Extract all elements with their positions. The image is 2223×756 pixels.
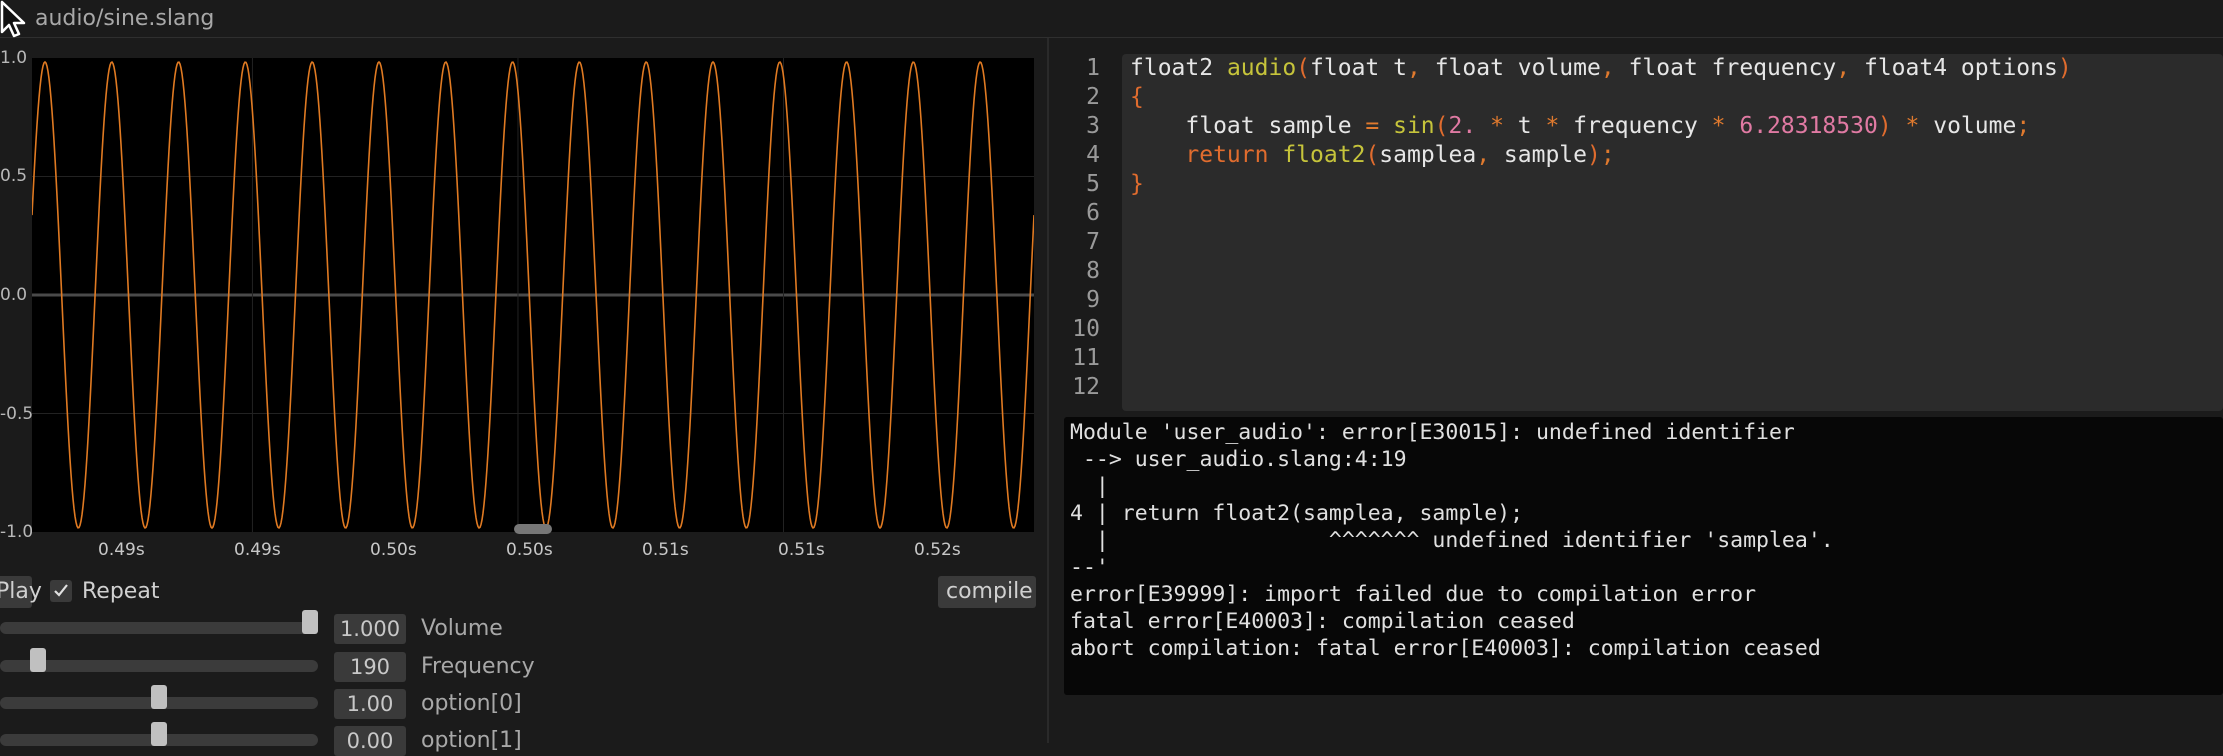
option1-slider-thumb[interactable] — [151, 722, 167, 746]
line-number: 10 — [1072, 316, 1100, 342]
x-tick-label: 0.52s — [914, 540, 961, 560]
y-tick-label: -1.0 — [0, 522, 34, 542]
frequency-value-field[interactable]: 190 — [334, 652, 406, 682]
x-tick-label: 0.49s — [234, 540, 281, 560]
x-tick-label: 0.51s — [642, 540, 689, 560]
console-line: 4 | return float2(samplea, sample); — [1070, 501, 1524, 526]
line-number: 2 — [1086, 84, 1100, 110]
console-line: Module 'user_audio': error[E30015]: unde… — [1070, 420, 1795, 445]
y-tick-label: -0.5 — [0, 404, 34, 424]
line-number: 6 — [1086, 200, 1100, 226]
line-number: 3 — [1086, 113, 1100, 139]
compiler-output-console[interactable]: Module 'user_audio': error[E30015]: unde… — [1064, 417, 2223, 695]
code-line: float sample = sin(2. * t * frequency * … — [1130, 113, 2031, 139]
option1-label: option[1] — [421, 728, 522, 753]
console-line: | — [1070, 474, 1109, 499]
checkmark-icon — [54, 584, 68, 597]
line-number: 5 — [1086, 171, 1100, 197]
repeat-label: Repeat — [82, 579, 160, 604]
title-bar — [0, 0, 2223, 38]
code-line: { — [1130, 84, 1144, 110]
volume-label: Volume — [421, 616, 503, 641]
volume-slider-thumb[interactable] — [302, 610, 318, 634]
frequency-slider-thumb[interactable] — [30, 648, 47, 672]
volume-value-field[interactable]: 1.000 — [334, 614, 406, 644]
y-tick-label: 0.0 — [0, 285, 28, 305]
x-tick-label: 0.49s — [98, 540, 145, 560]
line-number: 11 — [1072, 345, 1100, 371]
compile-button[interactable]: compile — [938, 576, 1036, 608]
y-tick-label: 0.5 — [0, 166, 28, 186]
option1-value-field[interactable]: 0.00 — [334, 726, 406, 756]
line-number: 8 — [1086, 258, 1100, 284]
frequency-slider[interactable] — [0, 660, 318, 672]
volume-slider[interactable] — [0, 622, 318, 634]
code-line: return float2(samplea, sample); — [1185, 142, 1615, 168]
line-number-gutter: 1 2 3 4 5 6 7 8 9 10 11 12 — [1050, 54, 1120, 411]
x-tick-label: 0.50s — [506, 540, 553, 560]
waveform-plot[interactable] — [32, 58, 1034, 532]
repeat-checkbox[interactable] — [50, 580, 72, 602]
console-line: abort compilation: fatal error[E40003]: … — [1070, 636, 1821, 661]
console-line: error[E39999]: import failed due to comp… — [1070, 582, 1757, 607]
code-editor[interactable]: float2 audio(float t, float volume, floa… — [1122, 54, 2223, 411]
option0-value-field[interactable]: 1.00 — [334, 689, 406, 719]
x-tick-label: 0.50s — [370, 540, 417, 560]
option0-slider-thumb[interactable] — [151, 685, 167, 709]
line-number: 12 — [1072, 374, 1100, 400]
plot-grid — [32, 58, 1034, 532]
panel-divider[interactable] — [1047, 38, 1049, 743]
y-tick-label: 1.0 — [0, 48, 28, 68]
x-tick-label: 0.51s — [778, 540, 825, 560]
option0-label: option[0] — [421, 691, 522, 716]
line-number: 4 — [1086, 142, 1100, 168]
plot-scroll-handle[interactable] — [514, 524, 552, 534]
line-number: 7 — [1086, 229, 1100, 255]
console-line: --> user_audio.slang:4:19 — [1070, 447, 1407, 472]
line-number: 1 — [1086, 55, 1100, 81]
console-line: --' — [1070, 555, 1109, 580]
code-line: } — [1130, 171, 1144, 197]
frequency-label: Frequency — [421, 654, 535, 679]
console-line: | ^^^^^^^ undefined identifier 'samplea'… — [1070, 528, 1834, 553]
play-button[interactable]: Play — [0, 576, 42, 608]
line-number: 9 — [1086, 287, 1100, 313]
code-line: float2 audio(float t, float volume, floa… — [1130, 55, 2072, 81]
console-line: fatal error[E40003]: compilation ceased — [1070, 609, 1575, 634]
file-title: audio/sine.slang — [35, 6, 215, 31]
